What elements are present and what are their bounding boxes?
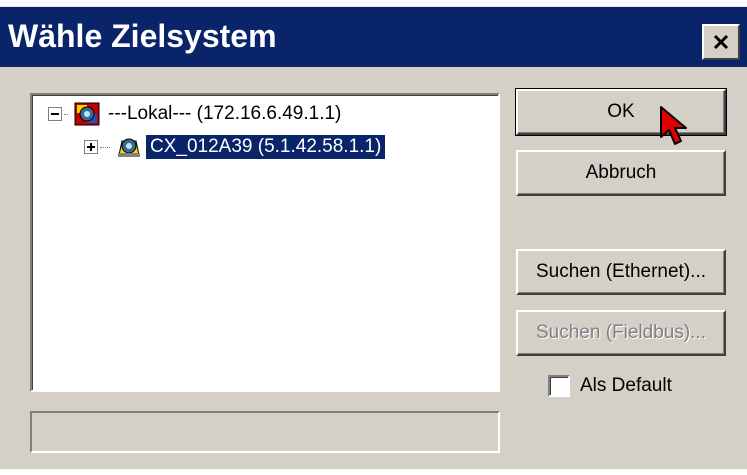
close-button[interactable] — [702, 24, 740, 60]
dialog-title: Wähle Zielsystem — [8, 18, 277, 54]
close-icon — [713, 34, 729, 50]
ok-button[interactable]: OK — [515, 88, 727, 136]
tree-connector — [100, 146, 110, 148]
ok-button-label: OK — [607, 101, 635, 122]
default-checkbox-label[interactable]: Als Default — [580, 375, 672, 397]
cancel-button[interactable]: Abbruch — [516, 150, 726, 196]
expand-icon[interactable] — [84, 140, 98, 154]
target-tree[interactable]: ---Lokal--- (172.16.6.49.1.1) CX_012A39 … — [30, 93, 500, 392]
search-ethernet-label: Suchen (Ethernet)... — [535, 261, 707, 282]
plc-target-icon — [118, 138, 140, 157]
plc-system-icon — [74, 102, 100, 126]
tree-node-label[interactable]: ---Lokal--- (172.16.6.49.1.1) — [104, 102, 345, 126]
mouse-pointer-icon — [660, 106, 687, 145]
default-checkbox[interactable] — [548, 375, 570, 397]
cancel-button-label: Abbruch — [585, 162, 657, 183]
default-checkbox-row[interactable]: Als Default — [548, 375, 672, 397]
target-system-dialog: Wähle Zielsystem ---Lokal--- (172.16.6.4… — [0, 6, 747, 469]
search-fieldbus-button: Suchen (Fieldbus)... — [516, 310, 726, 356]
tree-node-label-selected[interactable]: CX_012A39 (5.1.42.58.1.1) — [146, 135, 386, 159]
status-field — [30, 411, 500, 453]
tree-connector — [64, 113, 68, 115]
tree-node-cx[interactable]: CX_012A39 (5.1.42.58.1.1) — [84, 132, 386, 162]
search-ethernet-button[interactable]: Suchen (Ethernet)... — [516, 249, 726, 295]
title-bar: Wähle Zielsystem — [0, 7, 747, 67]
search-fieldbus-label: Suchen (Fieldbus)... — [535, 322, 707, 343]
tree-node-local[interactable]: ---Lokal--- (172.16.6.49.1.1) — [48, 99, 345, 129]
collapse-icon[interactable] — [48, 107, 62, 121]
